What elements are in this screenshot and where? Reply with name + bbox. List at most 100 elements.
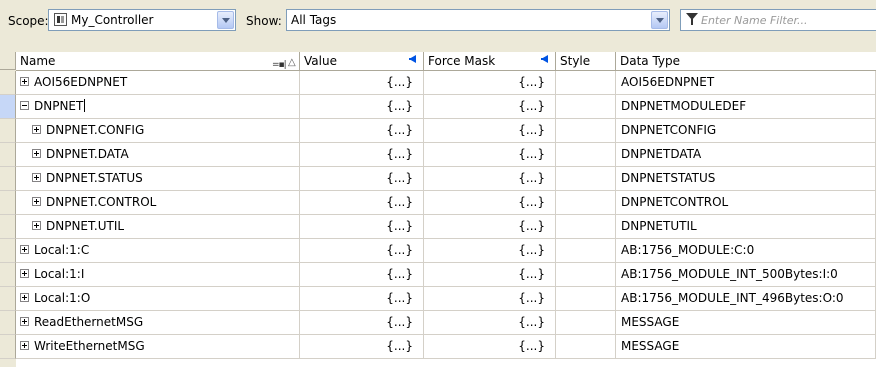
data-type-cell[interactable]: DNPNETSTATUS bbox=[616, 167, 876, 190]
value-cell[interactable]: {...} bbox=[300, 167, 424, 190]
style-cell[interactable] bbox=[556, 311, 616, 334]
style-cell[interactable] bbox=[556, 119, 616, 142]
style-cell[interactable] bbox=[556, 263, 616, 286]
data-type-cell[interactable]: AOI56EDNPNET bbox=[616, 71, 876, 94]
style-cell[interactable] bbox=[556, 143, 616, 166]
expand-icon[interactable] bbox=[20, 341, 29, 350]
filter-icon[interactable] bbox=[686, 13, 698, 25]
table-row[interactable]: DNPNET.CONTROL {...} {...} DNPNETCONTROL bbox=[16, 191, 876, 215]
tag-name-cell[interactable]: DNPNET.STATUS bbox=[16, 167, 300, 190]
value-cell[interactable]: {...} bbox=[300, 311, 424, 334]
expand-icon[interactable] bbox=[20, 269, 29, 278]
table-row[interactable]: DNPNET.STATUS {...} {...} DNPNETSTATUS bbox=[16, 167, 876, 191]
tag-name-cell[interactable]: WriteEthernetMSG bbox=[16, 335, 300, 358]
row-header[interactable] bbox=[0, 215, 16, 239]
expand-icon[interactable] bbox=[20, 77, 29, 86]
row-header[interactable] bbox=[0, 191, 16, 215]
expand-icon[interactable] bbox=[32, 173, 41, 182]
row-header[interactable] bbox=[0, 71, 16, 95]
data-type-cell[interactable]: AB:1756_MODULE:C:0 bbox=[616, 239, 876, 262]
data-type-cell[interactable]: DNPNETMODULEDEF bbox=[616, 95, 876, 118]
expand-icon[interactable] bbox=[32, 197, 41, 206]
value-cell[interactable]: {...} bbox=[300, 95, 424, 118]
force-mask-cell[interactable]: {...} bbox=[424, 191, 556, 214]
tag-name-cell[interactable]: Local:1:O bbox=[16, 287, 300, 310]
row-header[interactable] bbox=[0, 335, 16, 359]
value-cell[interactable]: {...} bbox=[300, 335, 424, 358]
force-mask-cell[interactable]: {...} bbox=[424, 119, 556, 142]
style-cell[interactable] bbox=[556, 167, 616, 190]
expand-icon[interactable] bbox=[20, 245, 29, 254]
chevron-down-icon[interactable] bbox=[651, 11, 668, 29]
show-dropdown[interactable]: All Tags bbox=[286, 9, 670, 31]
expand-icon[interactable] bbox=[32, 221, 41, 230]
force-mask-cell[interactable]: {...} bbox=[424, 239, 556, 262]
row-header[interactable] bbox=[0, 311, 16, 335]
row-header[interactable] bbox=[0, 239, 16, 263]
value-cell[interactable]: {...} bbox=[300, 191, 424, 214]
force-mask-cell[interactable]: {...} bbox=[424, 311, 556, 334]
table-row[interactable]: AOI56EDNPNET {...} {...} AOI56EDNPNET bbox=[16, 71, 876, 95]
value-cell[interactable]: {...} bbox=[300, 143, 424, 166]
style-cell[interactable] bbox=[556, 239, 616, 262]
force-mask-cell[interactable]: {...} bbox=[424, 167, 556, 190]
tag-name-cell[interactable]: DNPNET.CONFIG bbox=[16, 119, 300, 142]
style-cell[interactable] bbox=[556, 215, 616, 238]
column-header-name[interactable]: Name =▪| △ bbox=[16, 52, 300, 70]
tag-name-cell[interactable]: AOI56EDNPNET bbox=[16, 71, 300, 94]
table-row[interactable]: DNPNET.UTIL {...} {...} DNPNETUTIL bbox=[16, 215, 876, 239]
tag-name-cell[interactable]: Local:1:C bbox=[16, 239, 300, 262]
value-cell[interactable]: {...} bbox=[300, 119, 424, 142]
sort-ascending-icon[interactable]: △ bbox=[288, 54, 296, 72]
data-type-cell[interactable]: AB:1756_MODULE_INT_500Bytes:I:0 bbox=[616, 263, 876, 286]
table-row[interactable]: DNPNET {...} {...} DNPNETMODULEDEF bbox=[16, 95, 876, 119]
tag-name-cell[interactable]: DNPNET.CONTROL bbox=[16, 191, 300, 214]
value-cell[interactable]: {...} bbox=[300, 71, 424, 94]
value-cell[interactable]: {...} bbox=[300, 263, 424, 286]
value-cell[interactable]: {...} bbox=[300, 287, 424, 310]
force-mask-cell[interactable]: {...} bbox=[424, 335, 556, 358]
row-header[interactable] bbox=[0, 167, 16, 191]
tag-name-cell[interactable]: DNPNET.UTIL bbox=[16, 215, 300, 238]
scope-dropdown[interactable]: My_Controller bbox=[48, 9, 236, 31]
arrow-left-icon[interactable] bbox=[541, 55, 548, 63]
style-cell[interactable] bbox=[556, 335, 616, 358]
data-type-cell[interactable]: DNPNETDATA bbox=[616, 143, 876, 166]
arrow-left-icon[interactable] bbox=[409, 55, 416, 63]
force-mask-cell[interactable]: {...} bbox=[424, 287, 556, 310]
table-row[interactable]: Local:1:C {...} {...} AB:1756_MODULE:C:0 bbox=[16, 239, 876, 263]
tag-name-cell[interactable]: DNPNET.DATA bbox=[16, 143, 300, 166]
tag-name-cell[interactable]: DNPNET bbox=[16, 95, 300, 118]
column-header-force-mask[interactable]: Force Mask bbox=[424, 52, 556, 70]
force-mask-cell[interactable]: {...} bbox=[424, 71, 556, 94]
table-row[interactable]: WriteEthernetMSG {...} {...} MESSAGE bbox=[16, 335, 876, 359]
column-header-value[interactable]: Value bbox=[300, 52, 424, 70]
data-type-cell[interactable]: AB:1756_MODULE_INT_496Bytes:O:0 bbox=[616, 287, 876, 310]
style-cell[interactable] bbox=[556, 287, 616, 310]
row-header[interactable] bbox=[0, 143, 16, 167]
style-cell[interactable] bbox=[556, 71, 616, 94]
data-type-cell[interactable]: MESSAGE bbox=[616, 311, 876, 334]
data-type-cell[interactable]: DNPNETCONFIG bbox=[616, 119, 876, 142]
table-row[interactable]: DNPNET.CONFIG {...} {...} DNPNETCONFIG bbox=[16, 119, 876, 143]
row-header[interactable] bbox=[0, 95, 16, 119]
data-type-cell[interactable]: DNPNETCONTROL bbox=[616, 191, 876, 214]
style-cell[interactable] bbox=[556, 191, 616, 214]
chevron-down-icon[interactable] bbox=[217, 11, 234, 29]
force-mask-cell[interactable]: {...} bbox=[424, 263, 556, 286]
table-row[interactable]: Local:1:I {...} {...} AB:1756_MODULE_INT_50… bbox=[16, 263, 876, 287]
table-row[interactable]: Local:1:O {...} {...} AB:1756_MODULE_INT_49… bbox=[16, 287, 876, 311]
value-cell[interactable]: {...} bbox=[300, 215, 424, 238]
force-mask-cell[interactable]: {...} bbox=[424, 95, 556, 118]
row-header[interactable] bbox=[0, 119, 16, 143]
value-cell[interactable]: {...} bbox=[300, 239, 424, 262]
expand-icon[interactable] bbox=[20, 293, 29, 302]
tag-name-cell[interactable]: Local:1:I bbox=[16, 263, 300, 286]
data-type-cell[interactable]: DNPNETUTIL bbox=[616, 215, 876, 238]
style-cell[interactable] bbox=[556, 95, 616, 118]
table-row[interactable]: ReadEthernetMSG {...} {...} MESSAGE bbox=[16, 311, 876, 335]
data-type-cell[interactable]: MESSAGE bbox=[616, 335, 876, 358]
expand-icon[interactable] bbox=[20, 317, 29, 326]
expand-icon[interactable] bbox=[32, 125, 41, 134]
row-header[interactable] bbox=[0, 287, 16, 311]
